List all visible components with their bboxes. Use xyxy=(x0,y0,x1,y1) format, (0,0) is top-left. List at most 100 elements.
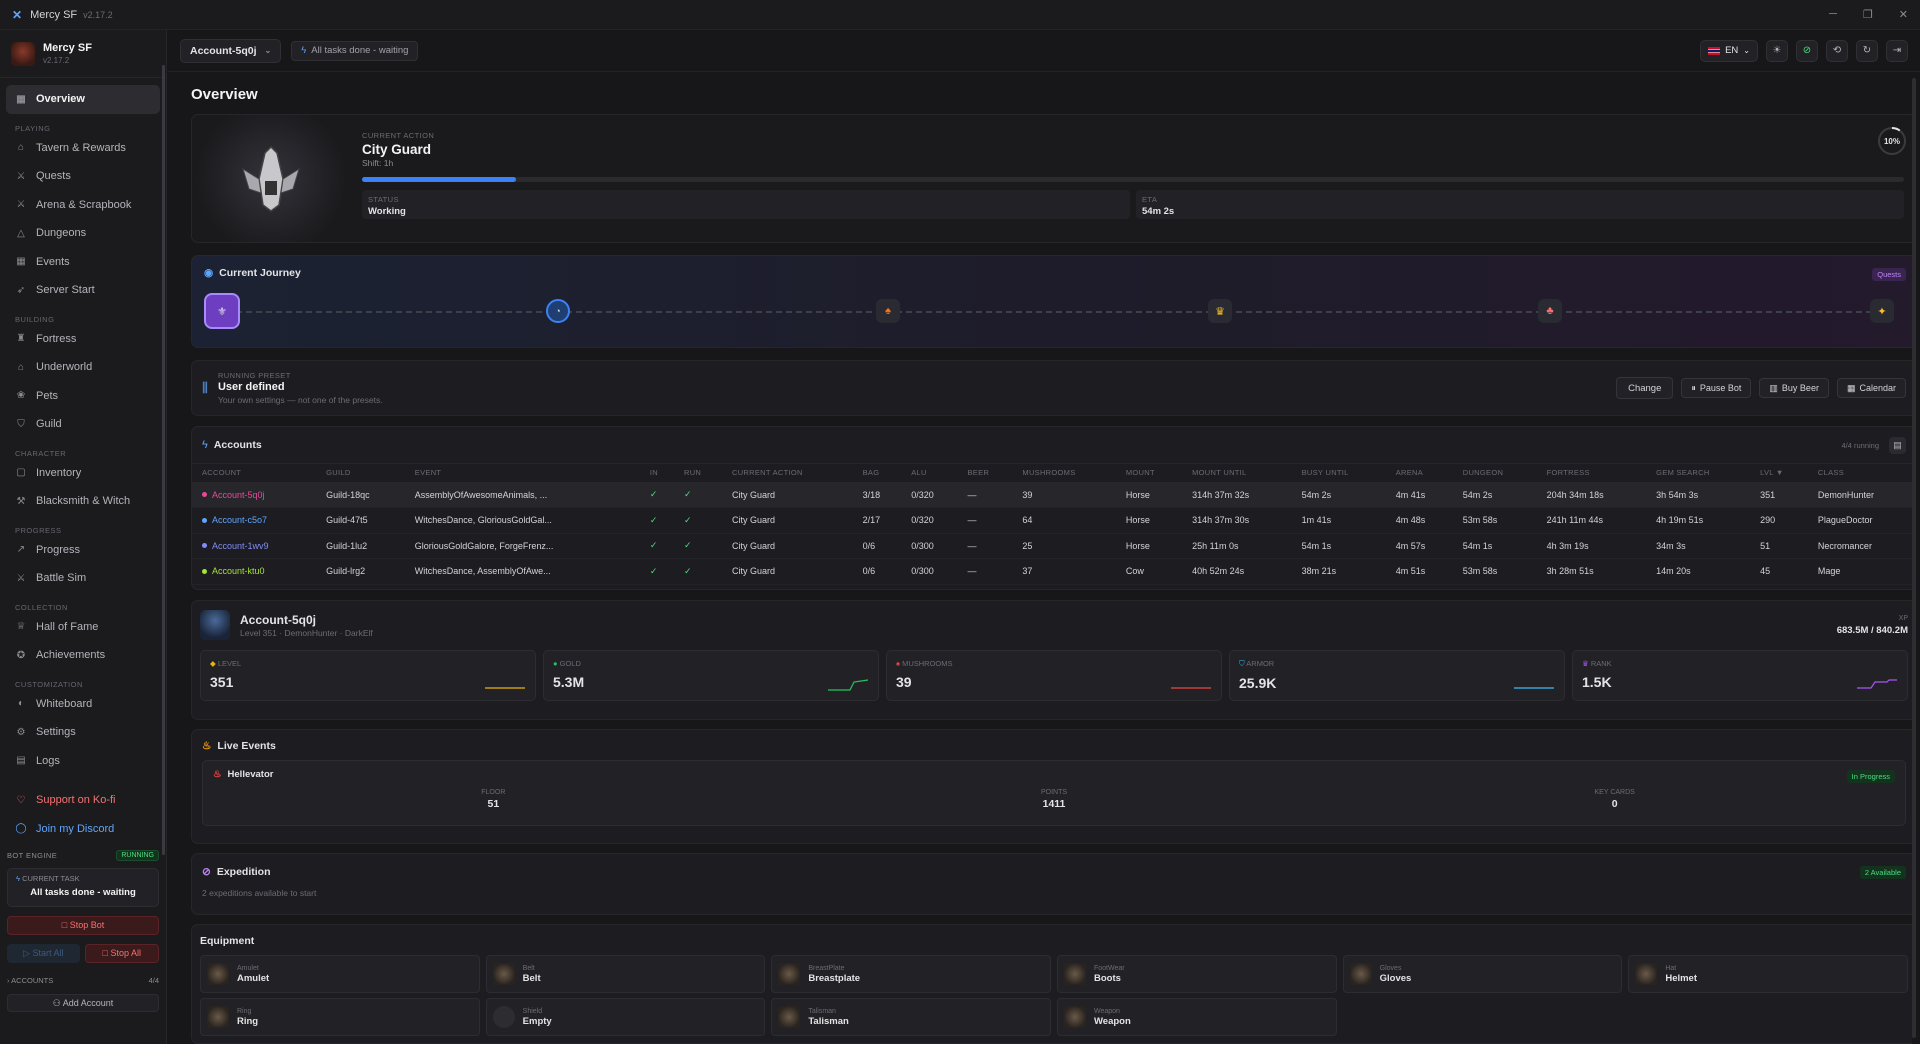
pause-bot-button[interactable]: ⏸ Pause Bot xyxy=(1681,378,1752,398)
sidebar-item-progress[interactable]: ↗ Progress xyxy=(6,536,160,565)
column-header[interactable]: GUILD xyxy=(316,464,405,483)
equipment-slot-ring[interactable]: Ring Ring xyxy=(200,998,480,1036)
stop-all-button[interactable]: □ Stop All xyxy=(84,944,159,963)
sidebar-item-arena-scrapbook[interactable]: ⚔ Arena & Scrapbook xyxy=(6,191,160,220)
add-account-button[interactable]: ⚇ Add Account xyxy=(7,994,159,1012)
sidebar-item-underworld[interactable]: ⌂ Underworld xyxy=(6,353,160,382)
minimize-icon[interactable]: ─ xyxy=(1829,8,1837,21)
column-header[interactable]: ACCOUNT xyxy=(192,464,317,483)
diamond-icon: ◆ xyxy=(210,659,216,668)
account-name[interactable]: Account-c5o7 xyxy=(212,515,267,525)
account-select[interactable]: Account-5q0j ⌄ xyxy=(180,38,282,63)
equipment-slot-amulet[interactable]: Amulet Amulet xyxy=(200,955,480,993)
file-icon: ▤ xyxy=(16,755,26,767)
column-header[interactable]: DUNGEON xyxy=(1452,464,1537,483)
sidebar-item-overview[interactable]: ▦ Overview xyxy=(6,85,160,114)
table-row[interactable]: Account-ktu0 Guild-lrg2 WitchesDance, Asse… xyxy=(192,558,1912,585)
sidebar-item-achievements[interactable]: ✪ Achievements xyxy=(6,641,160,670)
city-guard-image xyxy=(192,115,350,242)
column-header[interactable]: MOUNT xyxy=(1115,464,1183,483)
main-scrollbar[interactable] xyxy=(1912,78,1916,1038)
sidebar-item-fortress[interactable]: ♜ Fortress xyxy=(6,325,160,354)
column-header[interactable]: EVENT xyxy=(404,464,640,483)
table-row[interactable]: Account-c5o7 Guild-47t5 WitchesDance, Glor… xyxy=(192,507,1912,534)
column-header[interactable]: ARENA xyxy=(1385,464,1453,483)
equipment-title: Equipment xyxy=(200,935,255,947)
close-icon[interactable]: ✕ xyxy=(1899,8,1908,21)
sidebar-item-hall-of-fame[interactable]: ♕ Hall of Fame xyxy=(6,613,160,642)
logout-button[interactable]: ⇥ xyxy=(1886,39,1908,62)
column-header[interactable]: BAG xyxy=(852,464,902,483)
title-bar: ✕ Mercy SF v2.17.2 ─ ❐ ✕ xyxy=(0,0,1920,30)
buy-beer-button[interactable]: ▥ Buy Beer xyxy=(1759,378,1829,398)
journey-node[interactable]: ♣ xyxy=(1538,299,1562,323)
sidebar-scrollbar[interactable] xyxy=(162,65,165,855)
logout-icon: ⇥ xyxy=(1892,44,1902,56)
ring-icon xyxy=(207,1006,229,1028)
column-header[interactable]: RUN xyxy=(673,464,722,483)
sidebar-item-blacksmith-witch[interactable]: ⚒ Blacksmith & Witch xyxy=(6,487,160,516)
journey-node-current[interactable]: ⚜ xyxy=(204,293,240,329)
account-name[interactable]: Account-5q0j xyxy=(212,490,265,500)
table-cell: Account-1wv9 xyxy=(192,533,317,559)
theme-toggle-button[interactable]: ☀ xyxy=(1766,39,1788,62)
stop-bot-button[interactable]: □ Stop Bot xyxy=(7,916,159,935)
calendar-button[interactable]: ▦ Calendar xyxy=(1836,378,1906,398)
sidebar-item-inventory[interactable]: ▢ Inventory xyxy=(6,459,160,488)
equipment-slot-hat[interactable]: Hat Helmet xyxy=(1628,955,1908,993)
sidebar-item-events[interactable]: ▦ Events xyxy=(6,248,160,277)
sidebar-item-server-start[interactable]: ➶ Server Start xyxy=(6,276,160,305)
sidebar-item-quests[interactable]: ⚔ Quests xyxy=(6,162,160,191)
journey-node[interactable]: ♠ xyxy=(876,299,900,323)
column-header[interactable]: CLASS xyxy=(1807,464,1912,483)
column-header[interactable]: CURRENT ACTION xyxy=(722,464,853,483)
sidebar-item-discord[interactable]: ◯ Join my Discord xyxy=(6,815,160,844)
sidebar-item-guild[interactable]: ⛉ Guild xyxy=(6,410,160,439)
equipment-slot-gloves[interactable]: Gloves Gloves xyxy=(1342,955,1623,993)
sync-button[interactable]: ⟲ xyxy=(1826,39,1848,62)
sidebar-item-dungeons[interactable]: △ Dungeons xyxy=(6,219,160,248)
sidebar-item-kofi[interactable]: ♡ Support on Ko-fi xyxy=(6,786,160,815)
account-name[interactable]: Account-ktu0 xyxy=(212,566,265,576)
column-header[interactable]: MUSHROOMS xyxy=(1012,464,1116,483)
visibility-toggle-button[interactable]: ⊘ xyxy=(1796,39,1818,62)
refresh-button[interactable]: ↻ xyxy=(1856,39,1878,62)
equipment-slot-breastplate[interactable]: BreastPlate Breastplate xyxy=(771,955,1051,993)
sidebar-item-settings[interactable]: ⚙ Settings xyxy=(6,718,160,747)
change-preset-button[interactable]: Change xyxy=(1616,377,1674,399)
column-header[interactable]: BEER xyxy=(957,464,1013,483)
equipment-slot-footwear[interactable]: FootWear Boots xyxy=(1056,955,1337,993)
column-header[interactable]: ALU xyxy=(901,464,958,483)
table-row[interactable]: Account-1wv9 Guild-1lu2 GloriousGoldGalore… xyxy=(192,533,1912,559)
sidebar-item-battle-sim[interactable]: ⚔ Battle Sim xyxy=(6,564,160,593)
language-select[interactable]: EN ⌄ xyxy=(1700,39,1758,62)
accounts-toggle[interactable]: › ACCOUNTS 4/4 xyxy=(7,976,159,985)
sidebar-item-pets[interactable]: ❀ Pets xyxy=(6,382,160,411)
column-header[interactable]: GEM SEARCH xyxy=(1646,464,1751,483)
equipment-slot-belt[interactable]: Belt Belt xyxy=(485,955,766,993)
sidebar-item-label: Quests xyxy=(36,170,71,183)
column-header[interactable]: IN xyxy=(639,464,674,483)
stat-level: ◆ LEVEL 351 xyxy=(200,650,536,701)
event-stat-label: POINTS xyxy=(1040,789,1068,796)
journey-node[interactable]: ✦ xyxy=(1870,299,1894,323)
table-row[interactable]: Account-5q0j Guild-18qc AssemblyOfAwesomeA… xyxy=(192,482,1912,508)
nav-section-label: CHARACTER xyxy=(15,448,67,458)
equipment-slot-shield[interactable]: Shield Empty xyxy=(485,998,766,1036)
sliders-icon: ⫼ xyxy=(202,380,208,395)
column-header[interactable]: BUSY UNTIL xyxy=(1291,464,1386,483)
account-name[interactable]: Account-1wv9 xyxy=(212,541,269,551)
column-header[interactable]: MOUNT UNTIL xyxy=(1182,464,1292,483)
sidebar-item-tavern-rewards[interactable]: ⌂ Tavern & Rewards xyxy=(6,134,160,163)
equipment-slot-weapon[interactable]: Weapon Weapon xyxy=(1056,998,1337,1036)
sidebar-item-whiteboard[interactable]: ◐ Whiteboard xyxy=(6,690,160,719)
equipment-slot-talisman[interactable]: Talisman Talisman xyxy=(771,998,1051,1036)
journey-node[interactable]: ◔ xyxy=(546,299,570,323)
table-settings-button[interactable]: ▤ xyxy=(1889,436,1906,454)
column-header[interactable]: LVL ▼ xyxy=(1750,464,1808,483)
journey-node[interactable]: ♛ xyxy=(1208,299,1232,323)
column-header[interactable]: FORTRESS xyxy=(1536,464,1647,483)
maximize-icon[interactable]: ❐ xyxy=(1863,8,1873,21)
sidebar-item-logs[interactable]: ▤ Logs xyxy=(6,747,160,776)
start-all-button[interactable]: ▷ Start All xyxy=(7,944,80,963)
